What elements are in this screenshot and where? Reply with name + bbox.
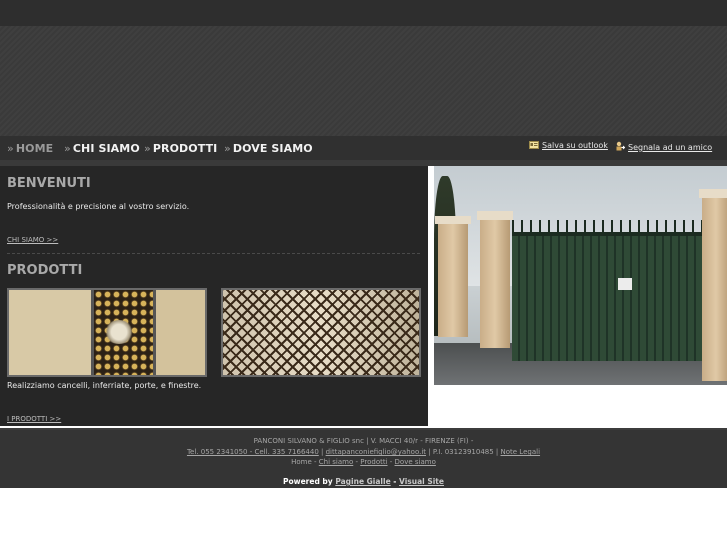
- chevron-double-right-icon: »: [64, 142, 71, 155]
- save-outlook-link[interactable]: Salva su outlook: [529, 141, 608, 150]
- footer-email-link[interactable]: dittapanconiefiglio@yahoo.it: [326, 448, 426, 456]
- nav-prodotti-label: PRODOTTI: [152, 142, 218, 155]
- photo-pillar: [480, 218, 510, 348]
- footer-link-home[interactable]: Home: [291, 458, 312, 466]
- product-image-locks[interactable]: [7, 288, 207, 377]
- products-text: Realizziamo cancelli, inferriate, porte,…: [7, 381, 202, 390]
- photo-pillar: [702, 196, 727, 381]
- person-share-icon: [616, 141, 625, 151]
- footer-link-dove-siamo[interactable]: Dove siamo: [395, 458, 436, 466]
- chi-siamo-link[interactable]: CHI SIAMO >>: [7, 236, 58, 244]
- gate-photo: [434, 166, 727, 385]
- section-divider: [7, 253, 420, 254]
- contact-card-icon: [529, 141, 539, 149]
- photo-pillar-cap: [477, 211, 513, 220]
- photo-gate: [512, 220, 702, 361]
- tell-friend-label: Segnala ad un amico: [628, 143, 713, 152]
- chevron-double-right-icon: »: [144, 142, 151, 155]
- nav-dove-siamo-label: DOVE SIAMO: [232, 142, 313, 155]
- nav-chi-siamo[interactable]: » CHI SIAMO: [64, 142, 140, 155]
- nav-prodotti[interactable]: » PRODOTTI: [144, 142, 217, 155]
- footer-vat: | P.I. 03123910485 |: [428, 448, 499, 456]
- photo-sign: [618, 278, 632, 290]
- footer-link-separator: -: [314, 458, 317, 466]
- footer-phones-link[interactable]: Tel. 055 2341050 - Cell. 335 7166440: [187, 448, 319, 456]
- footer-nav: Home - Chi siamo - Prodotti - Dove siamo: [0, 457, 727, 468]
- product-image-detail: [91, 290, 157, 375]
- page: » HOME » CHI SIAMO » PRODOTTI » DOVE SIAMO S…: [0, 0, 727, 545]
- powered-by-label: Powered by: [283, 477, 333, 486]
- nav-home[interactable]: » HOME: [7, 142, 53, 155]
- footer-separator: |: [321, 448, 324, 456]
- footer-link-separator: -: [389, 458, 393, 466]
- top-bar: [0, 0, 727, 26]
- footer-link-prodotti[interactable]: Prodotti: [360, 458, 387, 466]
- save-outlook-label: Salva su outlook: [542, 141, 608, 150]
- photo-pillar: [438, 222, 468, 337]
- main-nav: » HOME » CHI SIAMO » PRODOTTI » DOVE SIAMO S…: [0, 136, 727, 160]
- visual-site-link[interactable]: Visual Site: [399, 477, 444, 486]
- pagine-gialle-link[interactable]: Pagine Gialle: [335, 477, 390, 486]
- content-panel: BENVENUTI Professionalità e precisione a…: [0, 166, 428, 426]
- tell-friend-link[interactable]: Segnala ad un amico: [615, 141, 712, 152]
- welcome-text: Professionalità e precisione al vostro s…: [7, 202, 190, 211]
- nav-home-label: HOME: [15, 142, 54, 155]
- chevron-double-right-icon: »: [7, 142, 14, 155]
- products-title: PRODOTTI: [7, 263, 83, 278]
- footer-company: PANCONI SILVANO & FIGLIO snc | V. MACCI …: [253, 437, 474, 445]
- powered-separator: -: [393, 477, 397, 486]
- footer-link-chi-siamo[interactable]: Chi siamo: [319, 458, 353, 466]
- nav-chi-siamo-label: CHI SIAMO: [72, 142, 140, 155]
- chevron-double-right-icon: »: [224, 142, 231, 155]
- welcome-title: BENVENUTI: [7, 176, 91, 191]
- footer: PANCONI SILVANO & FIGLIO snc | V. MACCI …: [0, 430, 727, 488]
- product-image-mesh[interactable]: [221, 288, 421, 377]
- footer-link-separator: -: [355, 458, 359, 466]
- footer-powered: Powered by Pagine Gialle - Visual Site: [0, 476, 727, 487]
- footer-legal-link[interactable]: Note Legali: [501, 448, 541, 456]
- nav-dove-siamo[interactable]: » DOVE SIAMO: [224, 142, 313, 155]
- photo-pillar-cap: [435, 216, 471, 224]
- prodotti-link[interactable]: I PRODOTTI >>: [7, 415, 61, 423]
- header-banner: [0, 26, 727, 136]
- photo-pillar-cap: [699, 189, 727, 198]
